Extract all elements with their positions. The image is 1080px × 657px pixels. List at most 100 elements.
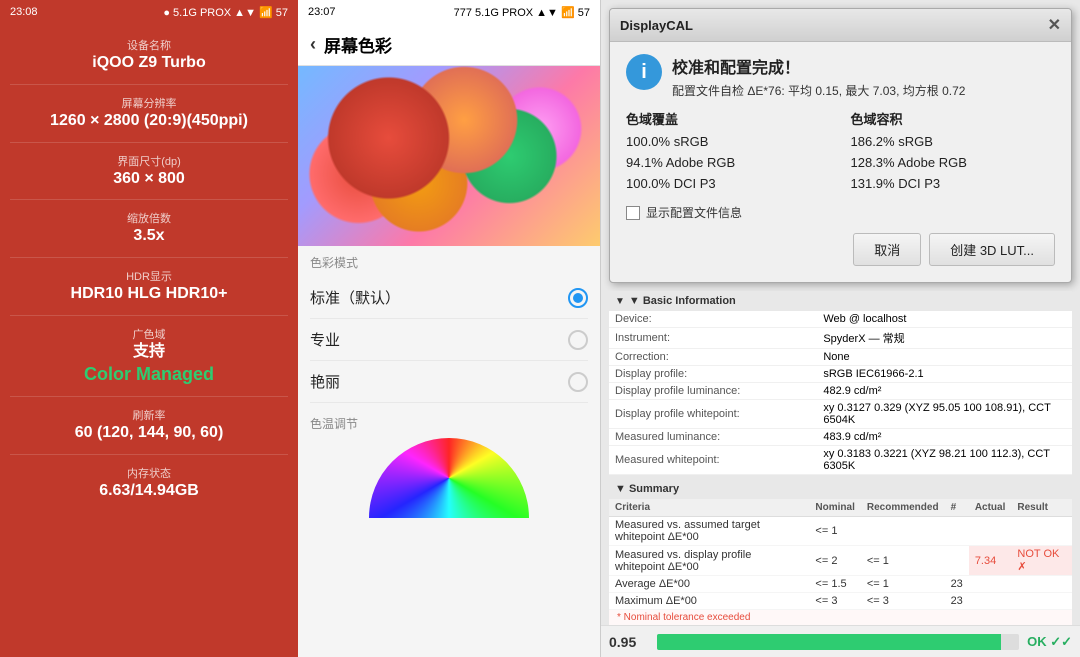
table-row: Instrument:SpyderX — 常规 [609, 328, 1072, 349]
device-info-panel: 23:08 ● 5.1G PROX ▲▼ 📶 57 设备名称 iQOO Z9 T… [0, 0, 298, 657]
close-icon[interactable]: ✕ [1048, 15, 1061, 35]
basic-info-header[interactable]: ▼ ▼ Basic Information [609, 291, 1072, 311]
basic-info-section: ▼ ▼ Basic Information Device:Web @ local… [609, 291, 1072, 475]
success-title: 校准和配置完成！ [672, 54, 965, 78]
option-vivid[interactable]: 艳丽 [310, 361, 588, 403]
gamut-volume-col: 色域容积 186.2% sRGB 128.3% Adobe RGB 131.9%… [851, 109, 1056, 194]
color-wheel [369, 438, 529, 518]
table-row: Maximum ΔE*00<= 3<= 323 [609, 593, 1072, 610]
show-profile-row[interactable]: 显示配置文件信息 [626, 204, 1055, 221]
displaycal-dialog: DisplayCAL ✕ i 校准和配置完成！ 配置文件自检 ΔE*76: 平均… [609, 8, 1072, 283]
coverage-adobe-rgb: 94.1% Adobe RGB [626, 153, 831, 174]
table-row: Measured vs. assumed target whitepoint Δ… [609, 517, 1072, 546]
device-name-value: iQOO Z9 Turbo [92, 53, 205, 74]
radio-vivid[interactable] [568, 372, 588, 392]
device-name-label: 设备名称 [127, 37, 171, 53]
create-3dlut-button[interactable]: 创建 3D LUT... [929, 233, 1055, 266]
volume-dci-p3: 131.9% DCI P3 [851, 174, 1056, 195]
table-row: Average ΔE*00<= 1.5<= 123 [609, 576, 1072, 593]
col-result: Result [1011, 499, 1072, 517]
screen-title: 屏幕色彩 [324, 32, 392, 57]
summary-header[interactable]: ▼ Summary [609, 479, 1072, 499]
basic-info-title: ▼ Basic Information [629, 295, 736, 307]
time-right: 23:07 [308, 6, 336, 18]
resolution-label: 屏幕分辨率 [122, 95, 177, 111]
status-icons-right: 777 5.1G PROX ▲▼ 📶 57 [454, 6, 590, 19]
dialog-body: i 校准和配置完成！ 配置文件自检 ΔE*76: 平均 0.15, 最大 7.0… [610, 42, 1071, 282]
progress-value: 0.95 [609, 634, 649, 650]
device-name-block: 设备名称 iQOO Z9 Turbo [10, 34, 288, 77]
ui-size-block: 界面尺寸(dp) 360 × 800 [10, 150, 288, 193]
success-row: i 校准和配置完成！ 配置文件自检 ΔE*76: 平均 0.15, 最大 7.0… [626, 54, 1055, 99]
table-row: Correction:None [609, 349, 1072, 366]
bottom-progress-bar: 0.95 OK ✓✓ [601, 625, 1080, 657]
hdr-value: HDR10 HLG HDR10+ [71, 284, 228, 305]
hdr-label: HDR显示 [126, 268, 172, 284]
color-mode-section: 色彩模式 标准（默认） 专业 艳丽 [298, 246, 600, 407]
option-standard[interactable]: 标准（默认） [310, 277, 588, 319]
show-profile-checkbox[interactable] [626, 206, 640, 220]
wide-color-label: 广色域 [133, 326, 166, 342]
summary-section: ▼ Summary Criteria Nominal Recommended #… [609, 479, 1072, 625]
option-pro[interactable]: 专业 [310, 319, 588, 361]
status-icons-left: ● 5.1G PROX ▲▼ 📶 57 [163, 6, 288, 19]
ok-label: OK ✓✓ [1027, 634, 1072, 650]
summary-title: ▼ Summary [615, 483, 679, 495]
time-left: 23:08 [10, 6, 38, 18]
radio-standard[interactable] [568, 288, 588, 308]
option-pro-label: 专业 [310, 329, 340, 350]
col-nominal: Nominal [809, 499, 860, 517]
volume-adobe-rgb: 128.3% Adobe RGB [851, 153, 1056, 174]
scale-block: 缩放倍数 3.5x [10, 207, 288, 250]
memory-block: 内存状态 6.63/14.94GB [10, 462, 288, 505]
nominal-note: * Nominal tolerance exceeded [609, 610, 1072, 625]
volume-srgb: 186.2% sRGB [851, 132, 1056, 153]
ui-size-label: 界面尺寸(dp) [117, 153, 181, 169]
table-row: Display profile luminance:482.9 cd/m² [609, 383, 1072, 400]
resolution-value: 1260 × 2800 (20:9)(450ppi) [50, 111, 248, 132]
table-row: Device:Web @ localhost [609, 311, 1072, 328]
screen-color-panel: 23:07 777 5.1G PROX ▲▼ 📶 57 ‹ 屏幕色彩 色彩模式 … [298, 0, 600, 657]
color-mode-label: 色彩模式 [310, 254, 588, 271]
color-temp-section: 色温调节 [298, 407, 600, 526]
table-row: Measured luminance:483.9 cd/m² [609, 429, 1072, 446]
displaycal-panel: DisplayCAL ✕ i 校准和配置完成！ 配置文件自检 ΔE*76: 平均… [600, 0, 1080, 657]
gamut-section: 色域覆盖 100.0% sRGB 94.1% Adobe RGB 100.0% … [626, 109, 1055, 194]
status-bar-left: 23:08 ● 5.1G PROX ▲▼ 📶 57 [0, 0, 298, 24]
success-content: 校准和配置完成！ 配置文件自检 ΔE*76: 平均 0.15, 最大 7.03,… [672, 54, 965, 99]
col-criteria: Criteria [609, 499, 809, 517]
memory-value: 6.63/14.94GB [99, 481, 199, 502]
table-row: Display profile:sRGB IEC61966-2.1 [609, 366, 1072, 383]
refresh-value: 60 (120, 144, 90, 60) [75, 423, 224, 444]
fruit-image [298, 66, 600, 246]
progress-bar-fill [657, 634, 1001, 650]
info-circle-icon: i [626, 54, 662, 90]
gamut-volume-heading: 色域容积 [851, 109, 1056, 128]
scale-label: 缩放倍数 [127, 210, 171, 226]
screen-header: ‹ 屏幕色彩 [298, 24, 600, 66]
success-detail: 配置文件自检 ΔE*76: 平均 0.15, 最大 7.03, 均方根 0.72 [672, 82, 965, 99]
refresh-label: 刷新率 [133, 407, 166, 423]
coverage-dci-p3: 100.0% DCI P3 [626, 174, 831, 195]
hdr-block: HDR显示 HDR10 HLG HDR10+ [10, 265, 288, 308]
summary-table: Criteria Nominal Recommended # Actual Re… [609, 499, 1072, 610]
gamut-coverage-col: 色域覆盖 100.0% sRGB 94.1% Adobe RGB 100.0% … [626, 109, 831, 194]
cancel-button[interactable]: 取消 [853, 233, 921, 266]
option-standard-label: 标准（默认） [310, 287, 400, 308]
wide-color-block: 广色域 支持 Color Managed [10, 323, 288, 389]
triangle-icon: ▼ [615, 296, 625, 307]
table-row: Measured vs. display profile whitepoint … [609, 546, 1072, 576]
refresh-block: 刷新率 60 (120, 144, 90, 60) [10, 404, 288, 447]
resolution-block: 屏幕分辨率 1260 × 2800 (20:9)(450ppi) [10, 92, 288, 135]
back-arrow-icon[interactable]: ‹ [310, 34, 316, 55]
color-managed-badge: Color Managed [84, 363, 214, 386]
col-recommended: Recommended [861, 499, 945, 517]
dialog-titlebar: DisplayCAL ✕ [610, 9, 1071, 42]
wide-color-value: 支持 [133, 342, 165, 363]
table-row: Display profile whitepoint:xy 0.3127 0.3… [609, 400, 1072, 429]
device-info-list: 设备名称 iQOO Z9 Turbo 屏幕分辨率 1260 × 2800 (20… [0, 24, 298, 657]
dialog-buttons: 取消 创建 3D LUT... [626, 233, 1055, 270]
fruit-placeholder [298, 66, 600, 246]
coverage-srgb: 100.0% sRGB [626, 132, 831, 153]
radio-pro[interactable] [568, 330, 588, 350]
